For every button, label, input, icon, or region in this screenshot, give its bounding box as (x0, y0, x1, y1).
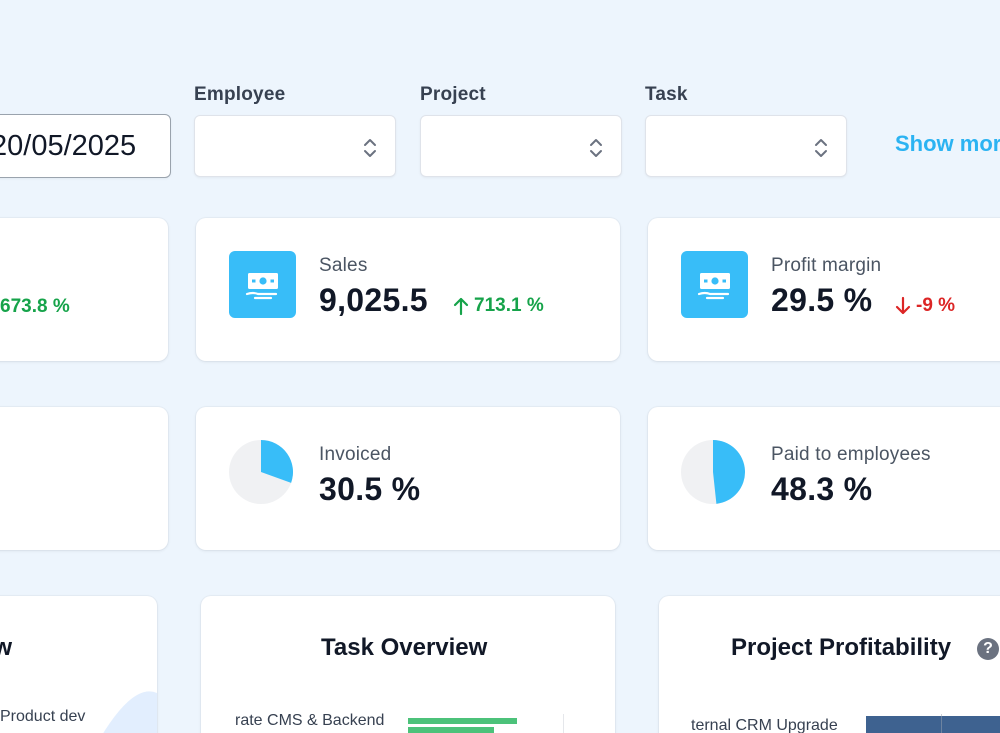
chart-y-label: Product dev (0, 708, 86, 725)
stat-title: Invoiced (319, 444, 392, 465)
help-icon[interactable]: ? (977, 638, 999, 660)
updown-chevron-icon (815, 139, 827, 157)
stat-delta: 713.1 % (452, 295, 544, 317)
task-select[interactable] (645, 115, 847, 177)
sales-card: Sales 9,025.5 713.1 % (196, 218, 620, 361)
chart-bar (408, 718, 517, 724)
money-icon (681, 251, 748, 318)
stat-title: Profit margin (771, 255, 882, 276)
money-icon (229, 251, 296, 318)
chart-y-label: ternal CRM Upgrade (691, 717, 838, 733)
arrow-up-icon (453, 297, 469, 316)
date-value: 20/05/2025 (0, 130, 137, 162)
chart-gridline (941, 714, 942, 733)
employee-label: Employee (194, 84, 286, 105)
stat-value: 48.3 % (771, 471, 873, 507)
updown-chevron-icon (590, 139, 602, 157)
task-overview-card: Task Overview rate CMS & Backend (201, 596, 615, 733)
chart-title: Task Overview (321, 634, 488, 661)
stat-title: Paid to employees (771, 444, 931, 465)
date-input[interactable]: 20/05/2025 (0, 114, 171, 178)
overview-chart-card: view Product dev (0, 596, 157, 733)
stat-card-partial (0, 407, 168, 550)
chart-gridline (563, 714, 564, 733)
project-select[interactable] (420, 115, 622, 177)
invoiced-card: Invoiced 30.5 % (196, 407, 620, 550)
stat-value: 9,025.5 (319, 282, 428, 318)
invoiced-pie-icon (229, 440, 293, 504)
chart-title: view (0, 634, 13, 661)
chart-bar (866, 716, 1000, 733)
paid-to-employees-card: Paid to employees 48.3 % (648, 407, 1000, 550)
updown-chevron-icon (364, 139, 376, 157)
profit-margin-card: Profit margin 29.5 % -9 % (648, 218, 1000, 361)
chart-bar (408, 727, 494, 733)
stat-value: 29.5 % (771, 282, 873, 318)
show-more-link[interactable]: Show mor (895, 131, 1000, 157)
employee-select[interactable] (194, 115, 396, 177)
stat-delta: 673.8 % (0, 296, 70, 317)
chart-title: Project Profitability (731, 634, 952, 661)
stat-card-partial: 673.8 % (0, 218, 168, 361)
project-label: Project (420, 84, 486, 105)
paid-pie-icon (681, 440, 745, 504)
project-profitability-card: Project Profitability ? ternal CRM Upgra… (659, 596, 1000, 733)
arrow-down-icon (895, 296, 911, 315)
task-label: Task (645, 84, 688, 105)
chart-y-label: rate CMS & Backend (235, 712, 385, 729)
pie-slice (713, 440, 745, 504)
stat-value: 30.5 % (319, 471, 421, 507)
stat-title: Sales (319, 255, 368, 276)
stat-delta: -9 % (894, 295, 955, 317)
